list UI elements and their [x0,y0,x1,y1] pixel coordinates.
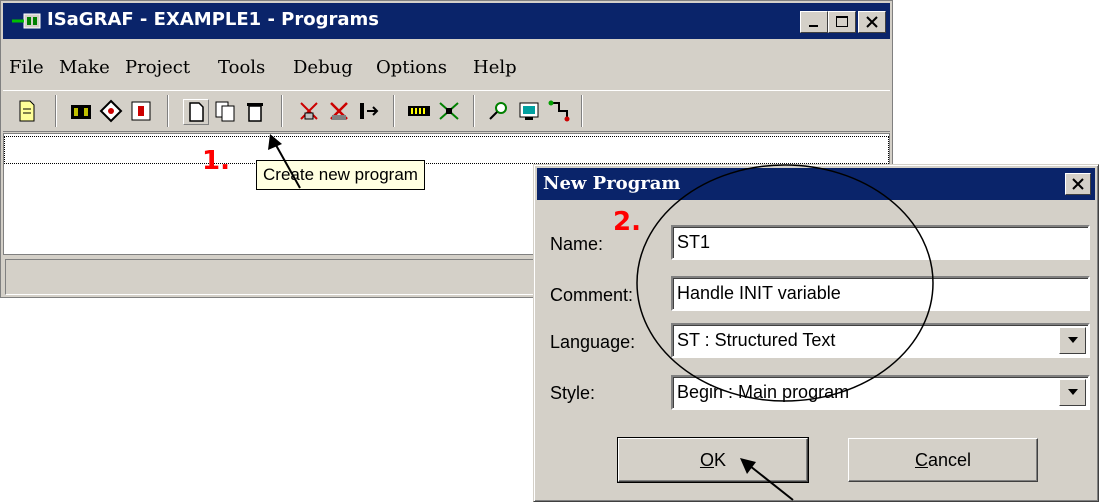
name-field[interactable]: ST1 [671,225,1090,260]
toolbar [3,90,890,132]
close-icon [866,16,878,28]
menu-file[interactable]: File [9,57,44,78]
copy-program-icon[interactable] [213,99,237,123]
cancel-button[interactable]: Cancel [848,438,1038,482]
language-label: Language: [550,332,636,352]
ok-button-label: K [714,450,727,470]
cancel-button-label: ancel [927,450,972,470]
close-icon [1072,178,1084,190]
comment-label: Comment: [550,285,634,305]
list-item[interactable] [4,136,889,164]
menu-tools[interactable]: Tools [218,57,265,78]
style-label: Style: [550,383,596,403]
move-icon[interactable] [357,99,381,123]
dialog-close-button[interactable] [1065,173,1091,195]
language-dropdown-button[interactable] [1059,327,1086,354]
make-library-icon[interactable] [69,99,93,123]
dropdown-arrow-icon [1067,337,1078,343]
compile-icon[interactable] [297,99,321,123]
dialog-title: New Program [543,173,681,194]
menu-help[interactable]: Help [473,57,517,78]
close-button[interactable] [858,11,886,33]
step-1-label: 1. [202,146,230,176]
comment-field[interactable]: Handle INIT variable [671,276,1090,311]
ok-button[interactable]: OK [617,437,809,483]
menu-debug[interactable]: Debug [293,57,353,78]
cut-icon[interactable] [327,99,351,123]
menu-make[interactable]: Make [59,57,110,78]
isagraf-app-icon [12,13,41,29]
dropdown-arrow-icon [1067,389,1078,395]
window-titlebar[interactable]: ISaGRAF - EXAMPLE1 - Programs [3,3,890,39]
toolbar-separator [473,95,475,127]
maximize-button[interactable] [828,11,856,33]
link-icon[interactable] [99,99,123,123]
toolbar-separator [281,95,283,127]
simulate-icon[interactable] [437,99,461,123]
maximize-icon [836,16,848,27]
dictionary-icon[interactable] [129,99,153,123]
language-select[interactable]: ST : Structured Text [671,323,1090,358]
toolbar-separator [167,95,169,127]
menu-project[interactable]: Project [125,57,190,78]
dialog-titlebar[interactable]: New Program [537,168,1095,200]
menu-bar: File Make Project Tools Debug Options He… [3,51,890,83]
language-select-value: ST : Structured Text [677,330,836,350]
style-dropdown-button[interactable] [1059,379,1086,406]
window-title: ISaGRAF - EXAMPLE1 - Programs [47,9,379,30]
menu-options[interactable]: Options [376,57,447,78]
network-icon[interactable] [547,99,571,123]
delete-program-icon[interactable] [243,99,267,123]
cancel-button-mnemonic: C [914,450,928,470]
io-connection-icon[interactable] [407,99,431,123]
minimize-button[interactable] [800,11,828,33]
create-new-program-tooltip: Create new program [256,160,425,190]
style-select[interactable]: Begin : Main program [671,375,1090,410]
debug-icon[interactable] [487,99,511,123]
open-document-icon[interactable] [15,99,39,123]
toolbar-separator [55,95,57,127]
new-program-icon[interactable] [183,99,209,125]
print-icon[interactable] [517,99,541,123]
toolbar-separator [581,95,583,127]
name-label: Name: [550,234,604,254]
step-2-label: 2. [613,207,641,237]
minimize-icon [809,25,818,27]
style-select-value: Begin : Main program [677,382,850,402]
toolbar-separator [393,95,395,127]
ok-button-mnemonic: O [699,450,714,470]
